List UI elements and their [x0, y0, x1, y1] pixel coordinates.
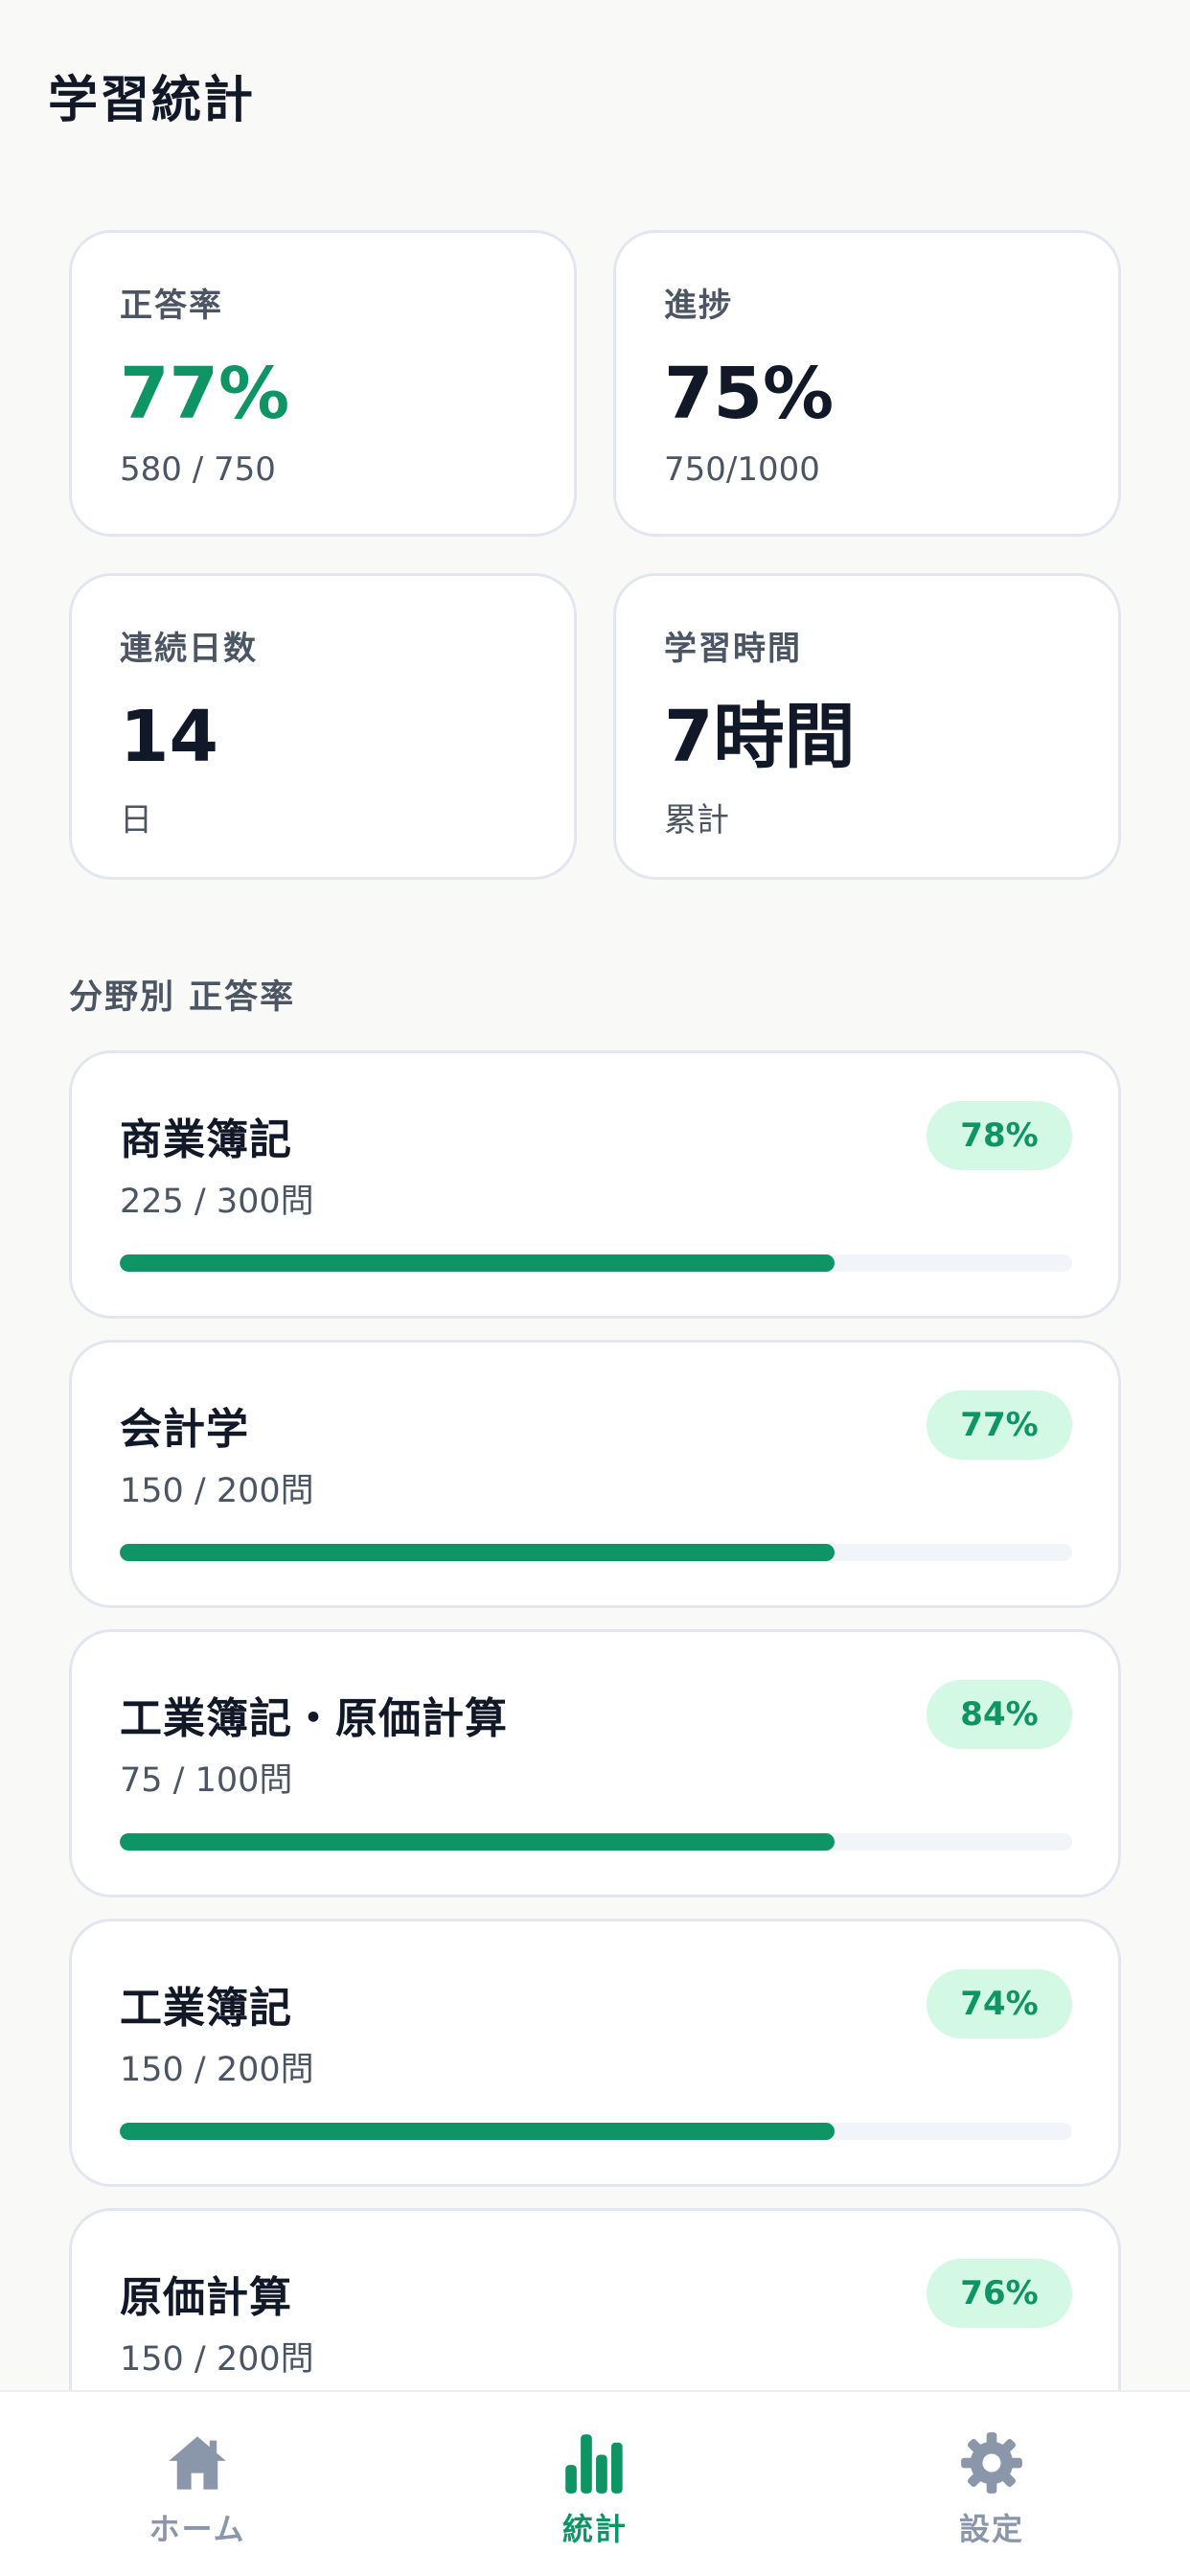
accuracy-badge: 74%	[927, 1969, 1072, 2038]
stat-sub: 累計	[664, 801, 729, 840]
accuracy-badge: 77%	[927, 1391, 1072, 1460]
progress-track	[120, 2123, 1072, 2140]
gear-icon	[961, 2432, 1022, 2494]
progress-track	[120, 1544, 1072, 1561]
stat-card-streak[interactable]: 連続日数 14 日	[69, 573, 577, 880]
progress-fill	[120, 1544, 835, 1561]
bar-chart-icon	[565, 2434, 623, 2494]
stat-value: 75%	[664, 353, 835, 435]
stats-screen: 学習統計 正答率 77% 580 / 750 進捗 75% 750/1000 連…	[0, 0, 1190, 2576]
stat-label: 学習時間	[664, 630, 802, 668]
progress-fill	[120, 1833, 835, 1851]
category-card[interactable]: 工業簿記 150 / 200問 74%	[69, 1919, 1121, 2187]
tab-stats[interactable]: 統計	[451, 2392, 739, 2576]
stat-sub: 580 / 750	[120, 450, 276, 489]
category-name: 原価計算	[120, 2273, 292, 2322]
stat-sub: 日	[120, 801, 152, 840]
stat-card-progress[interactable]: 進捗 75% 750/1000	[613, 230, 1121, 537]
category-name: 商業簿記	[120, 1116, 292, 1164]
category-card[interactable]: 会計学 150 / 200問 77%	[69, 1340, 1121, 1608]
home-icon	[169, 2436, 226, 2490]
category-list: 商業簿記 225 / 300問 78% 会計学 150 / 200問 77% 工…	[69, 1050, 1121, 2497]
tab-label: 統計	[561, 2511, 628, 2547]
category-count: 75 / 100問	[120, 1761, 293, 1800]
accuracy-badge: 76%	[927, 2259, 1072, 2328]
category-name: 工業簿記・原価計算	[120, 1694, 508, 1743]
tab-settings[interactable]: 設定	[848, 2392, 1135, 2576]
progress-track	[120, 1833, 1072, 1851]
category-name: 会計学	[120, 1405, 249, 1454]
stat-value: 14	[120, 696, 218, 778]
progress-track	[120, 1254, 1072, 1272]
category-count: 225 / 300問	[120, 1183, 314, 1221]
category-card[interactable]: 工業簿記・原価計算 75 / 100問 84%	[69, 1629, 1121, 1898]
tab-label: 設定	[958, 2511, 1024, 2547]
stat-value: 77%	[120, 353, 290, 435]
stat-card-accuracy[interactable]: 正答率 77% 580 / 750	[69, 230, 577, 537]
summary-stats: 正答率 77% 580 / 750 進捗 75% 750/1000 連続日数 1…	[69, 230, 1121, 880]
stat-sub: 750/1000	[664, 450, 820, 489]
category-count: 150 / 200問	[120, 2340, 314, 2379]
tab-home[interactable]: ホーム	[54, 2392, 341, 2576]
stat-label: 正答率	[120, 287, 223, 325]
progress-fill	[120, 2123, 835, 2140]
accuracy-badge: 78%	[927, 1101, 1072, 1170]
section-label: 分野別 正答率	[69, 978, 296, 1017]
accuracy-badge: 84%	[927, 1680, 1072, 1749]
stat-label: 連続日数	[120, 630, 258, 668]
bottom-tab-bar: ホーム 統計 設定	[0, 2390, 1190, 2576]
stat-card-study-time[interactable]: 学習時間 7時間 累計	[613, 573, 1121, 880]
tab-label: ホーム	[149, 2511, 246, 2547]
page-title: 学習統計	[48, 72, 256, 129]
stat-value: 7時間	[664, 696, 856, 778]
category-count: 150 / 200問	[120, 2051, 314, 2089]
category-count: 150 / 200問	[120, 1472, 314, 1510]
category-card[interactable]: 商業簿記 225 / 300問 78%	[69, 1050, 1121, 1319]
stat-label: 進捗	[664, 287, 733, 325]
category-name: 工業簿記	[120, 1984, 292, 2033]
progress-fill	[120, 1254, 835, 1272]
